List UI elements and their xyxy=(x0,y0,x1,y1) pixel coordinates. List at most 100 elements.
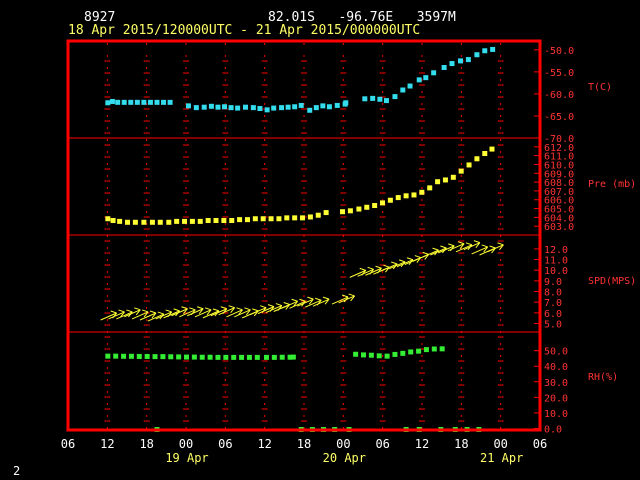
humidity-point xyxy=(263,354,269,360)
temperature-point xyxy=(193,105,199,111)
pressure-point xyxy=(458,168,464,174)
wind-arrow xyxy=(281,298,298,309)
temperature-point xyxy=(320,103,326,109)
humidity-point xyxy=(254,354,260,360)
pressure-point xyxy=(213,218,219,224)
pressure-point xyxy=(387,197,393,203)
pressure-point xyxy=(395,195,401,201)
temperature-point xyxy=(313,105,319,111)
temperature-point xyxy=(334,102,340,108)
temperature-point xyxy=(383,98,389,104)
pressure-point xyxy=(268,216,274,222)
temperature-point xyxy=(105,100,111,106)
pressure-point xyxy=(450,174,456,180)
humidity-point xyxy=(168,354,174,360)
temperature-point xyxy=(416,77,422,83)
temperature-point xyxy=(343,100,349,106)
y-tick-label: 5.0 xyxy=(544,319,562,330)
temperature-point xyxy=(154,99,160,105)
humidity-point xyxy=(113,353,119,359)
pressure-point xyxy=(419,189,425,195)
y-tick-label: 0.0 xyxy=(544,424,562,435)
pressure-point xyxy=(110,218,116,224)
pressure-point xyxy=(244,217,250,223)
humidity-point xyxy=(239,354,245,360)
y-tick-label: 11.0 xyxy=(544,256,568,267)
y-tick-label: -50.0 xyxy=(544,46,574,57)
pressure-point xyxy=(117,218,123,224)
temperature-point xyxy=(115,99,121,105)
temperature-point xyxy=(109,98,115,104)
meteogram-chart: 06 12 18 00 06 12 18 00 06 12 18 00 06 19 Apr 20 Apr 21… xyxy=(61,39,636,465)
y-tick-label: 10.0 xyxy=(544,409,568,420)
temperature-point xyxy=(441,65,447,71)
temperature-point xyxy=(307,107,313,113)
humidity-point xyxy=(184,354,189,360)
pressure-point xyxy=(276,216,282,222)
y-tick-label: 9.0 xyxy=(544,277,562,288)
temperature-point xyxy=(250,105,256,111)
temperature-point xyxy=(264,107,270,113)
humidity-point xyxy=(279,354,285,360)
temperature-point xyxy=(243,104,248,110)
temperature-point xyxy=(201,104,207,110)
time-range: 18 Apr 2015/120000UTC - 21 Apr 2015/0000… xyxy=(68,23,421,38)
date-label: 20 Apr xyxy=(323,451,366,465)
pressure-point xyxy=(132,219,138,225)
temperature-point xyxy=(257,106,263,112)
temperature-point xyxy=(167,99,173,105)
temperature-point xyxy=(134,99,140,105)
pressure-point xyxy=(442,177,448,183)
humidity-point xyxy=(400,350,406,356)
humidity-point xyxy=(128,353,134,359)
temperature-point xyxy=(141,99,147,105)
humidity-point xyxy=(231,354,237,360)
pressure-point xyxy=(300,215,306,221)
pressure-point xyxy=(427,185,433,191)
pressure-point xyxy=(323,210,329,216)
pressure-point xyxy=(105,216,111,222)
temperature-point xyxy=(326,104,332,110)
y-tick-label: 603.0 xyxy=(544,222,574,233)
date-label: 21 Apr xyxy=(480,451,523,465)
wind-arrow xyxy=(412,251,430,262)
x-tick-label: 12 xyxy=(257,437,271,451)
pressure-point xyxy=(182,218,188,224)
temperature-point xyxy=(215,104,221,110)
pressure-point xyxy=(197,218,203,224)
temperature-point xyxy=(370,95,376,101)
panel-label: SPD(MPS) xyxy=(588,276,636,287)
y-tick-label: 10.0 xyxy=(544,266,568,277)
temperature-point xyxy=(285,104,291,110)
humidity-point xyxy=(431,346,437,352)
humidity-point xyxy=(152,354,158,360)
temperature-point xyxy=(490,46,496,52)
humidity-point xyxy=(121,353,127,359)
pressure-point xyxy=(252,216,258,222)
humidity-point xyxy=(215,354,221,360)
y-tick-label: 8.0 xyxy=(544,287,562,298)
humidity-point xyxy=(290,354,296,360)
x-tick-label: 00 xyxy=(493,437,507,451)
temperature-point xyxy=(208,103,214,109)
page-number: 2 xyxy=(13,464,21,478)
pressure-point xyxy=(125,219,130,225)
humidity-point xyxy=(408,349,414,355)
pressure-point xyxy=(174,218,180,224)
pressure-point xyxy=(284,215,290,221)
pressure-point xyxy=(364,204,370,210)
x-tick-label: 18 xyxy=(454,437,468,451)
temperature-point xyxy=(431,70,437,76)
temperature-point xyxy=(235,105,241,111)
x-tick-label: 06 xyxy=(218,437,232,451)
x-tick-label: 06 xyxy=(61,437,75,451)
pressure-point xyxy=(411,192,417,198)
y-tick-label: 12.0 xyxy=(544,245,568,256)
temperature-point xyxy=(482,48,488,54)
temperature-point xyxy=(407,83,413,89)
y-tick-label: 50.0 xyxy=(544,347,568,358)
pressure-point xyxy=(315,212,321,218)
temperature-point xyxy=(185,103,191,109)
humidity-point xyxy=(105,353,111,359)
y-tick-label: 20.0 xyxy=(544,393,568,404)
